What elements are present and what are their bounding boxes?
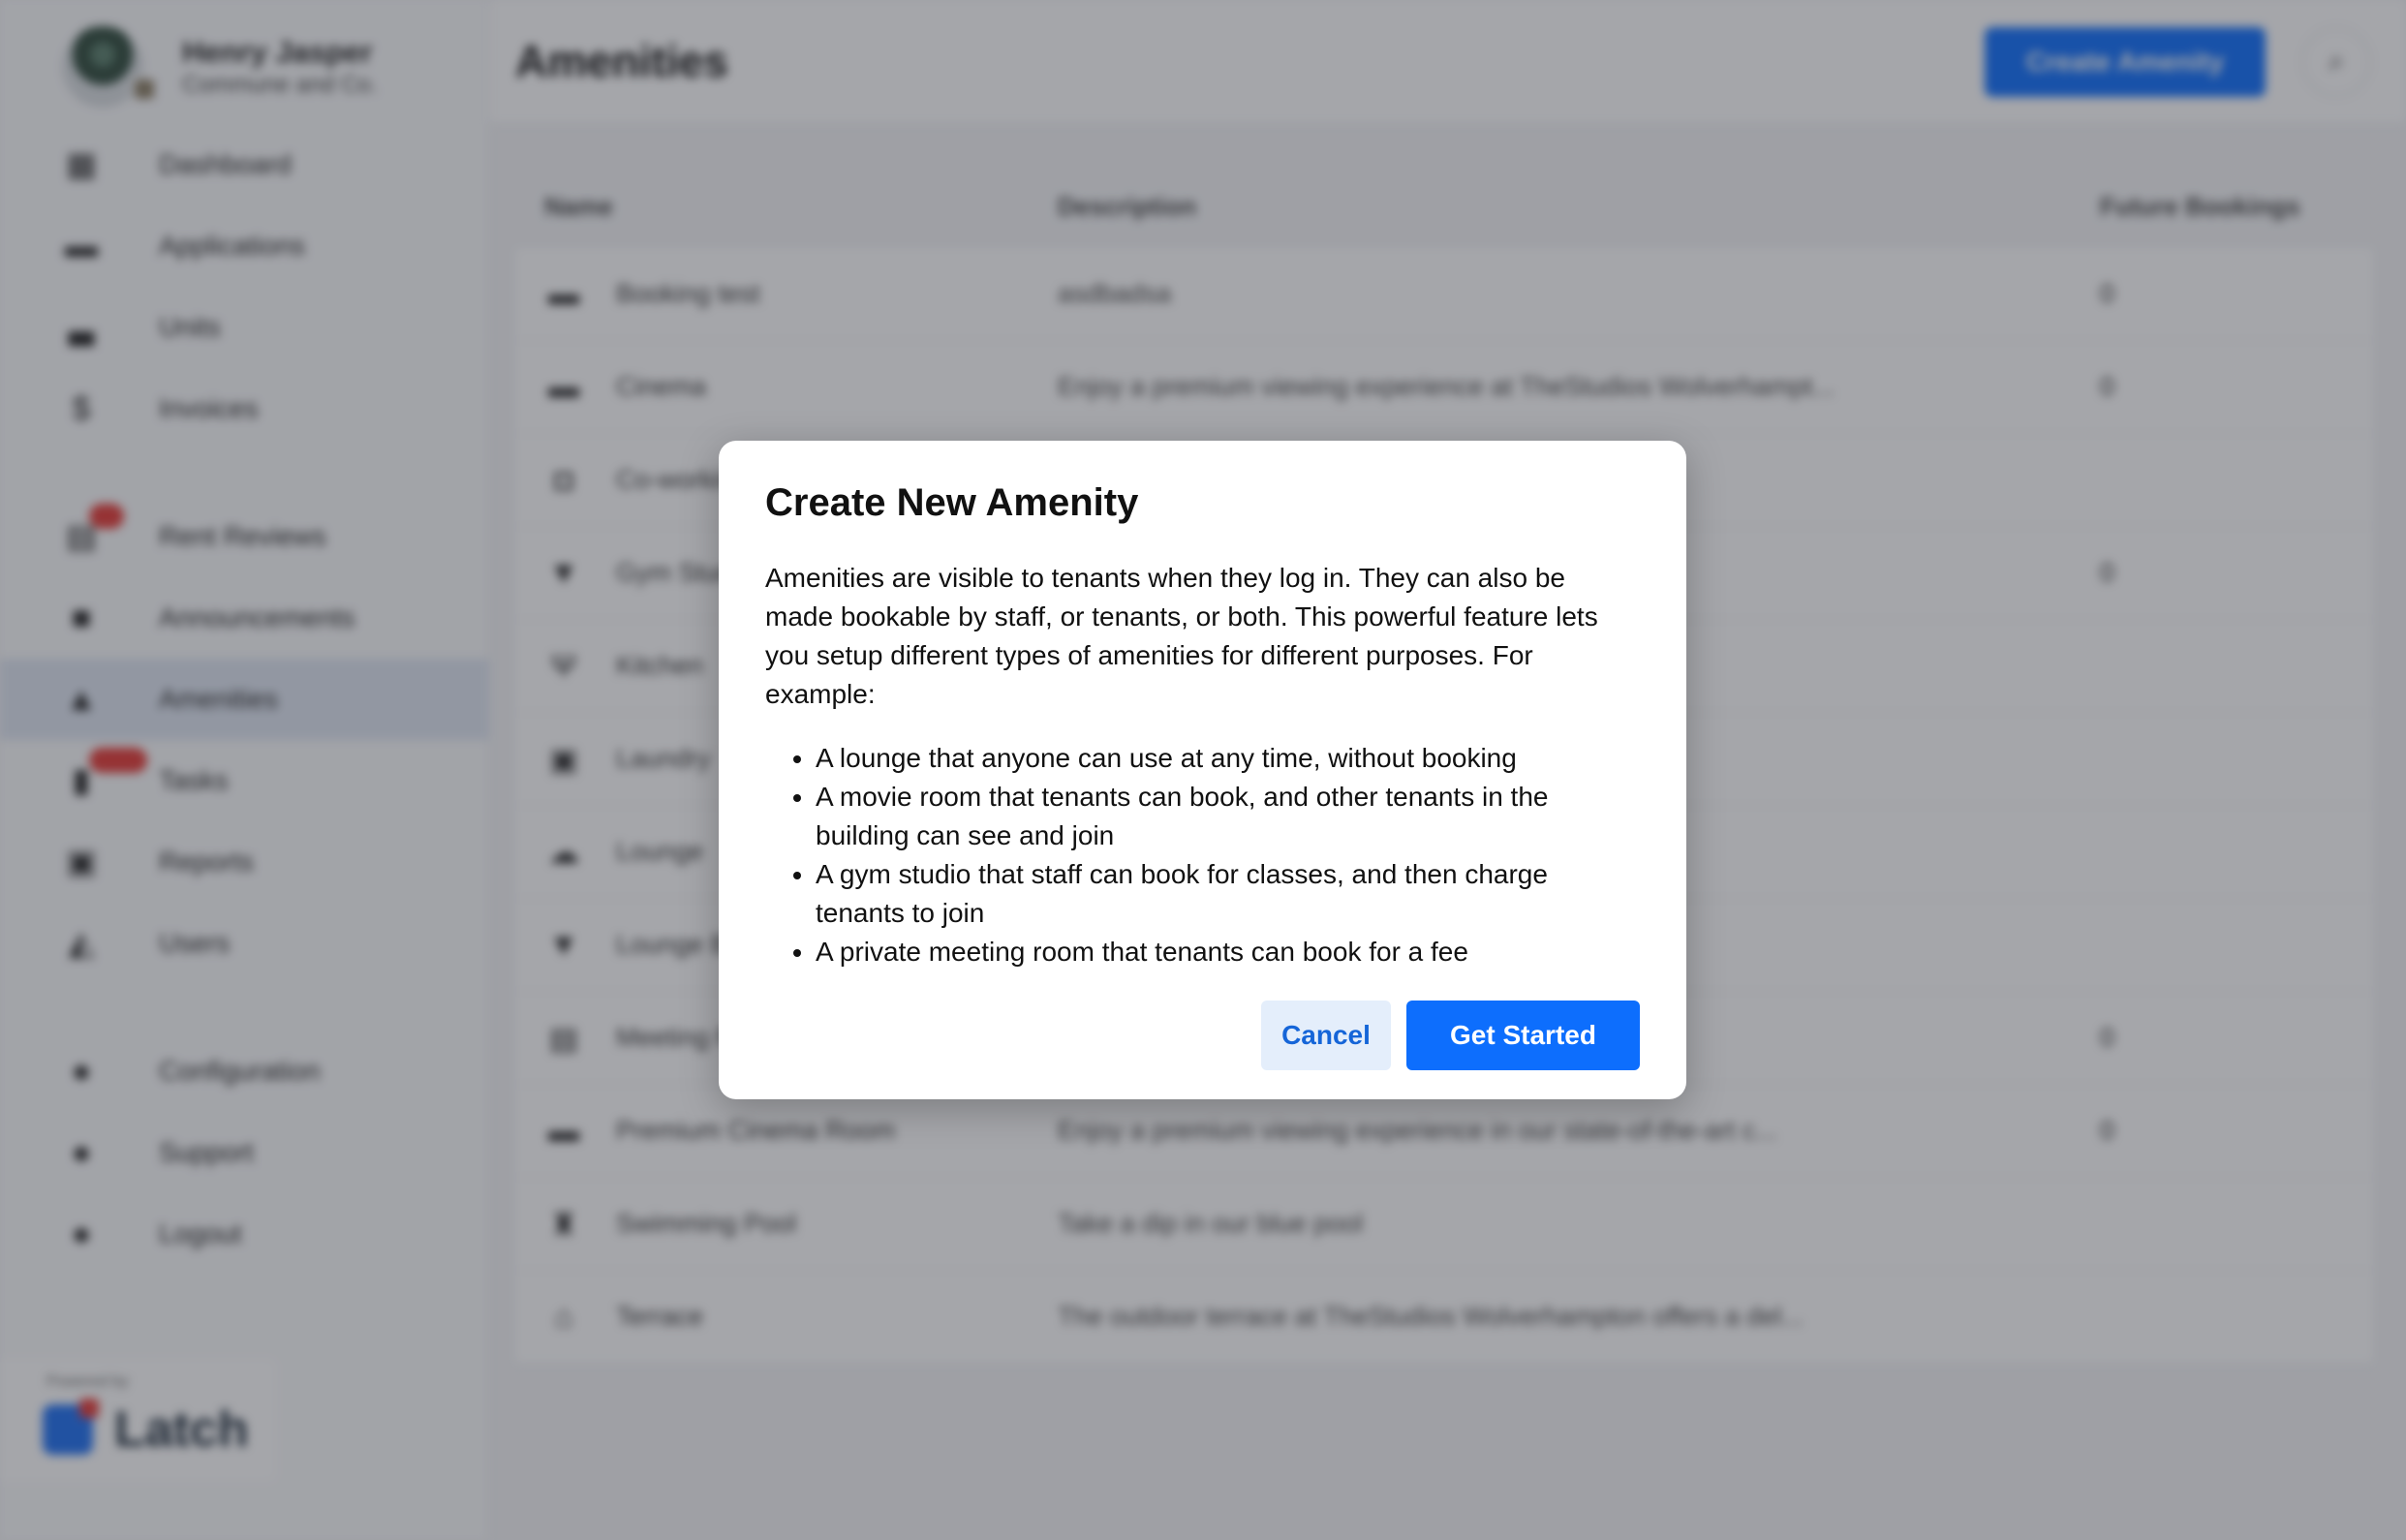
list-item: A lounge that anyone can use at any time… — [816, 739, 1640, 778]
dialog-title: Create New Amenity — [765, 481, 1139, 524]
get-started-button[interactable]: Get Started — [1406, 1001, 1640, 1070]
list-item: A movie room that tenants can book, and … — [816, 778, 1640, 855]
examples-list: A lounge that anyone can use at any time… — [765, 739, 1640, 971]
list-item: A private meeting room that tenants can … — [816, 933, 1640, 971]
list-item: A gym studio that staff can book for cla… — [816, 855, 1640, 933]
cancel-button[interactable]: Cancel — [1261, 1001, 1391, 1070]
create-amenity-dialog: Create New Amenity Amenities are visible… — [719, 441, 1686, 1099]
dialog-description: Amenities are visible to tenants when th… — [765, 563, 1598, 709]
dialog-actions: Cancel Get Started — [1261, 1001, 1640, 1070]
